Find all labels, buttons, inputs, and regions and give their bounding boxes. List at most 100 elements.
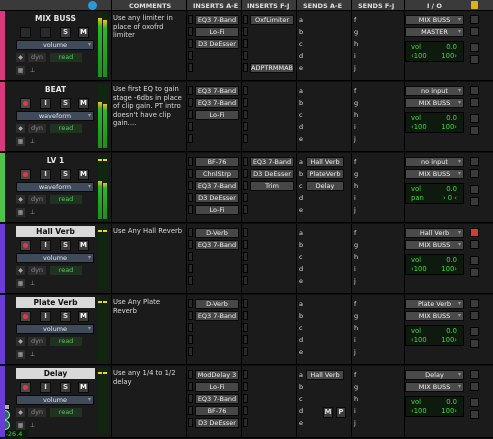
solo-button[interactable]: S	[60, 169, 71, 180]
insert-bypass-button[interactable]	[243, 382, 248, 391]
track-view-dropdown[interactable]: volume	[16, 253, 94, 263]
insert-bypass-button[interactable]	[188, 406, 193, 415]
track-type-icon[interactable]: ▦	[16, 66, 25, 75]
dyn-toggle[interactable]: dyn	[28, 266, 46, 275]
bell-icon[interactable]	[471, 1, 478, 9]
insert-slot-a[interactable]: D-Verb	[195, 299, 239, 309]
insert-bypass-button[interactable]	[243, 169, 248, 178]
send-slot-a[interactable]: Hall Verb	[306, 370, 344, 380]
insert-bypass-button[interactable]	[243, 122, 248, 131]
routing-icon[interactable]: ⊥	[28, 137, 37, 146]
solo-button[interactable]: S	[60, 27, 71, 38]
insert-bypass-button[interactable]	[243, 157, 248, 166]
insert-bypass-button[interactable]	[188, 110, 193, 119]
insert-bypass-button[interactable]	[188, 228, 193, 237]
track-type-icon[interactable]: ▦	[16, 421, 25, 430]
record-button[interactable]	[20, 382, 31, 393]
insert-slot-a[interactable]: EQ3 7-Band	[195, 86, 239, 96]
volume-pan-display[interactable]: vol 0.0 ‹100 100›	[405, 254, 464, 275]
input-selector[interactable]: MIX BUSS	[405, 15, 464, 25]
insert-slot-b[interactable]: EQ3 7-Band	[195, 240, 239, 250]
insert-bypass-button[interactable]	[188, 311, 193, 320]
track-type-icon[interactable]: ▦	[16, 137, 25, 146]
track-comment[interactable]: Use Any Plate Reverb	[113, 298, 185, 315]
insert-bypass-button[interactable]	[188, 382, 193, 391]
insert-bypass-button[interactable]	[188, 323, 193, 332]
header-inserts-fj[interactable]: INSERTS F-J	[247, 2, 289, 10]
volume-pan-display[interactable]: vol 0.0 ‹100 100›	[405, 112, 464, 133]
insert-bypass-button[interactable]	[188, 205, 193, 214]
insert-bypass-button[interactable]	[243, 27, 248, 36]
input-selector[interactable]: Hall Verb	[405, 228, 464, 238]
insert-slot-d[interactable]: D3 DeEsser	[195, 193, 239, 203]
track-options-icon[interactable]: ◆	[16, 53, 25, 62]
input-monitor-button[interactable]: I	[40, 98, 51, 109]
output-selector[interactable]: MIX BUSS	[405, 311, 464, 321]
insert-bypass-button[interactable]	[243, 134, 248, 143]
routing-icon[interactable]: ⊥	[28, 350, 37, 359]
track-comment[interactable]: Use any limiter in place of oxofrd limit…	[113, 14, 185, 40]
insert-slot-a[interactable]: BF-76	[195, 157, 239, 167]
track-type-icon[interactable]: ▦	[16, 208, 25, 217]
dyn-toggle[interactable]: dyn	[28, 195, 46, 204]
track-type-icon[interactable]: ▦	[16, 279, 25, 288]
routing-icon[interactable]: ⊥	[28, 421, 37, 430]
insert-bypass-button[interactable]	[188, 98, 193, 107]
insert-bypass-button[interactable]	[243, 406, 248, 415]
mute-button[interactable]: M	[78, 169, 89, 180]
phase-icon[interactable]	[470, 126, 479, 135]
input-settings-icon[interactable]	[470, 299, 479, 308]
insert-bypass-button[interactable]	[188, 51, 193, 60]
insert-bypass-button[interactable]	[188, 122, 193, 131]
input-settings-icon[interactable]	[470, 86, 479, 95]
mute-button[interactable]: M	[78, 240, 89, 251]
insert-slot-c[interactable]: D3 DeEsser	[195, 39, 239, 49]
track-name[interactable]: Hall Verb	[16, 226, 95, 237]
insert-bypass-button[interactable]	[188, 276, 193, 285]
solo-button[interactable]: S	[60, 98, 71, 109]
track-view-dropdown[interactable]: waveform	[16, 111, 94, 121]
volume-pan-display[interactable]: vol 0.0 ‹100 100›	[405, 396, 464, 417]
automation-mode-dropdown[interactable]: read	[50, 53, 82, 62]
insert-bypass-button[interactable]	[188, 370, 193, 379]
solo-button[interactable]: S	[60, 311, 71, 322]
output-settings-icon[interactable]	[470, 311, 479, 320]
track-name[interactable]: Plate Verb	[16, 297, 95, 308]
insert-bypass-button[interactable]	[243, 15, 248, 24]
record-button[interactable]	[20, 169, 31, 180]
output-settings-icon[interactable]	[470, 382, 479, 391]
insert-bypass-button[interactable]	[188, 347, 193, 356]
insert-slot-b[interactable]: Lo-Fi	[195, 382, 239, 392]
insert-slot-j[interactable]: ADPTRMMAB	[250, 63, 294, 73]
output-selector[interactable]: MIX BUSS	[405, 382, 464, 392]
automation-mode-dropdown[interactable]: read	[50, 266, 82, 275]
phase-icon[interactable]	[470, 268, 479, 277]
send-mute-button[interactable]: M	[323, 407, 333, 418]
track-comment[interactable]: Use any 1/4 to 1/2 delay	[113, 369, 185, 386]
track-options-icon[interactable]: ◆	[16, 195, 25, 204]
header-comments[interactable]: COMMENTS	[129, 2, 171, 10]
phase-icon[interactable]	[470, 339, 479, 348]
insert-slot-g[interactable]: D3 DeEsser	[250, 169, 294, 179]
phase-icon[interactable]	[470, 55, 479, 64]
input-selector[interactable]: Delay	[405, 370, 464, 380]
automation-icon[interactable]	[470, 398, 479, 407]
insert-bypass-button[interactable]	[243, 264, 248, 273]
insert-slot-f[interactable]: EQ3 7-Band	[250, 157, 294, 167]
insert-slot-e[interactable]: Lo-Fi	[195, 205, 239, 215]
insert-bypass-button[interactable]	[188, 15, 193, 24]
insert-slot-a[interactable]: EQ3 7-Band	[195, 15, 239, 25]
mute-button[interactable]: M	[78, 382, 89, 393]
automation-icon[interactable]	[470, 256, 479, 265]
insert-bypass-button[interactable]	[243, 311, 248, 320]
track-options-icon[interactable]: ◆	[16, 337, 25, 346]
phase-icon[interactable]	[470, 410, 479, 419]
mute-button[interactable]: M	[78, 98, 89, 109]
routing-icon[interactable]: ⊥	[28, 66, 37, 75]
insert-bypass-button[interactable]	[243, 205, 248, 214]
track-view-dropdown[interactable]: waveform	[16, 182, 94, 192]
insert-slot-b[interactable]: ChnlStrp	[195, 169, 239, 179]
track-options-icon[interactable]	[88, 1, 97, 10]
insert-bypass-button[interactable]	[243, 370, 248, 379]
solo-button[interactable]: S	[60, 240, 71, 251]
